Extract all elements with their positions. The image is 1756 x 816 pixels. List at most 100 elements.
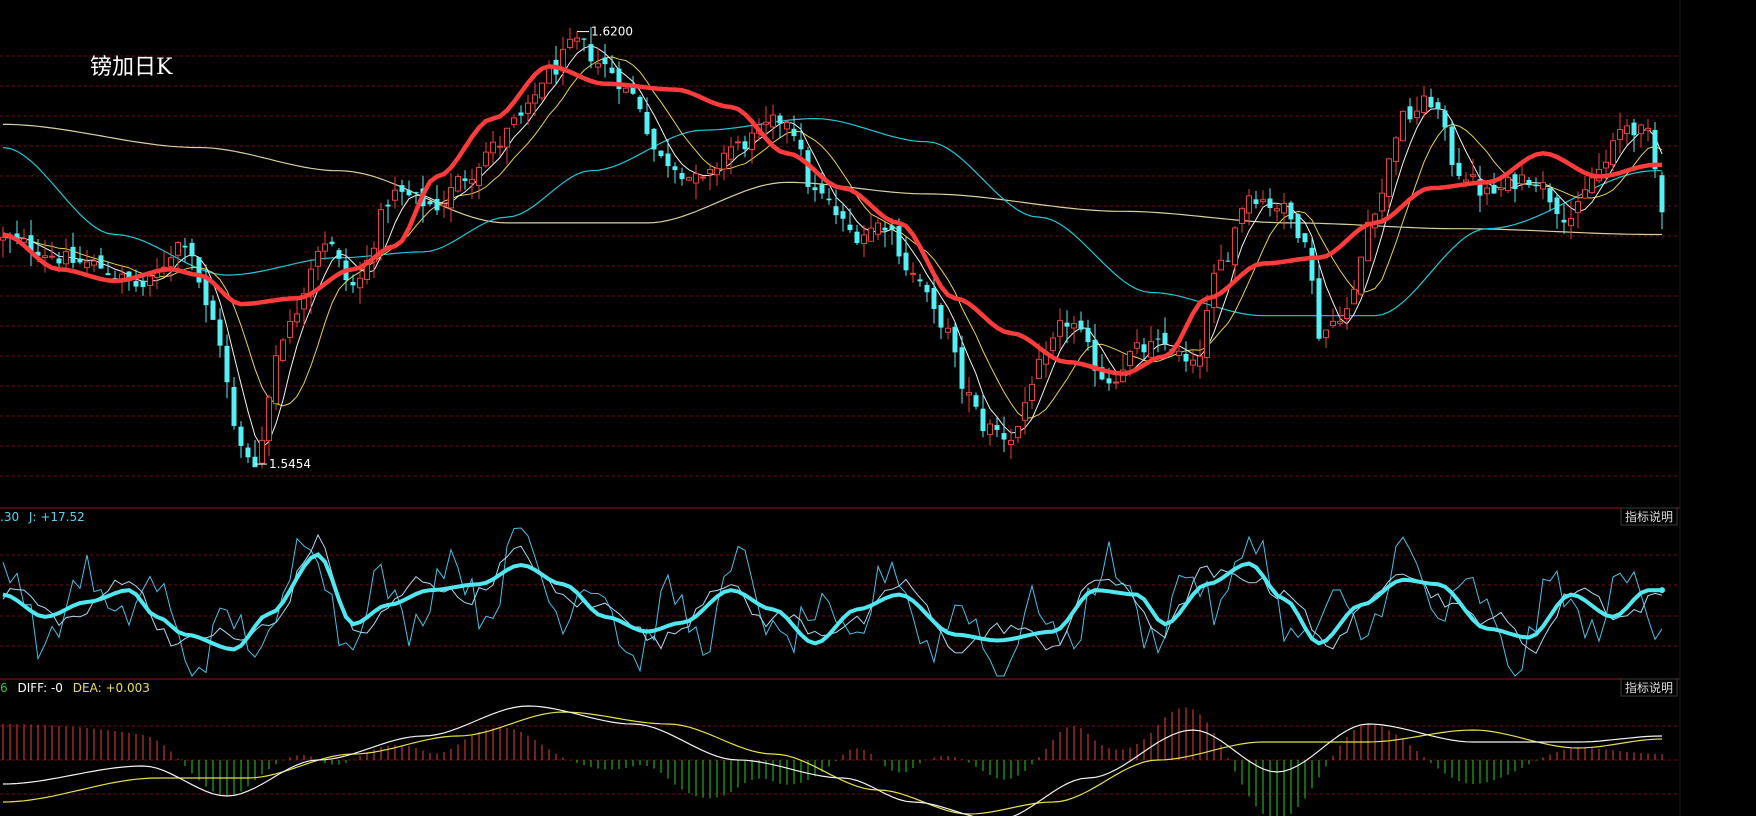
candle-down (1554, 197, 1560, 214)
candle-up (280, 339, 286, 361)
candle-down (427, 201, 433, 205)
candle-up (1400, 110, 1406, 142)
kdj-partial-value: .30 (0, 510, 19, 524)
ma-yellow-line (3, 56, 1663, 419)
candle-up (784, 121, 790, 130)
kdj-panel[interactable]: .30 J: +17.52 指标说明 (0, 507, 1678, 677)
candle-up (1036, 358, 1042, 379)
candle-down (840, 211, 846, 219)
candle-up (707, 169, 713, 174)
candle-up (42, 255, 48, 258)
candle-down (133, 280, 139, 287)
candle-up (1190, 359, 1196, 366)
candle-up (469, 179, 475, 184)
candle-down (1183, 354, 1189, 362)
candle-up (966, 392, 972, 396)
candle-up (147, 275, 153, 286)
candle-up (1470, 174, 1476, 177)
candle-down (1435, 102, 1441, 110)
candle-up (1337, 320, 1343, 324)
candle-up (476, 166, 482, 186)
candle-down (231, 386, 237, 426)
candle-down (882, 227, 888, 231)
candle-up (945, 327, 951, 333)
candle-down (413, 192, 419, 194)
candle-down (889, 225, 895, 230)
candle-down (847, 224, 853, 231)
candle-up (1260, 199, 1266, 203)
candle-up (1057, 320, 1063, 337)
candle-up (294, 313, 300, 323)
candle-down (238, 426, 244, 446)
macd-partial-value: 6 (0, 681, 8, 695)
ma-main-line (2, 64, 1662, 376)
candle-down (609, 67, 615, 73)
candle-down (77, 258, 83, 263)
candle-up (567, 38, 573, 49)
candle-down (245, 447, 251, 458)
candle-up (259, 439, 265, 464)
candle-down (1253, 199, 1259, 204)
candle-up (1246, 195, 1252, 214)
kdj-header: .30 J: +17.52 (0, 510, 85, 524)
candle-down (630, 87, 636, 94)
candle-up (861, 234, 867, 244)
macd-header: 6 DIFF: -0 DEA: +0.003 (0, 681, 150, 695)
candle-up (1358, 256, 1364, 295)
candle-down (1162, 332, 1168, 344)
macd-dea-value: DEA: +0.003 (73, 681, 150, 695)
candle-up (322, 243, 328, 252)
candle-up (273, 355, 279, 404)
candle-down (217, 319, 223, 346)
candle-down (1295, 214, 1301, 239)
price-marks (255, 31, 589, 465)
candle-down (658, 150, 664, 157)
candle-down (1288, 202, 1294, 220)
candle-down (1064, 322, 1070, 327)
macd-explain-button[interactable]: 指标说明 (1620, 678, 1678, 697)
candle-up (763, 121, 769, 125)
candle-up (1645, 127, 1651, 131)
candle-down (70, 246, 76, 263)
candle-down (980, 408, 986, 432)
candle-up (1610, 140, 1616, 166)
candle-up (700, 176, 706, 179)
ma-white-line (3, 45, 1663, 449)
candle-up (1281, 202, 1287, 214)
high-price-label: 1.6200 (591, 25, 633, 39)
candle-up (1589, 177, 1595, 194)
candle-up (1218, 259, 1224, 271)
candle-down (1659, 175, 1665, 213)
candle-up (1323, 329, 1329, 339)
candle-up (1582, 189, 1588, 199)
candle-up (574, 37, 580, 42)
candle-down (1512, 174, 1518, 190)
candle-up (868, 227, 874, 242)
candle-down (1526, 179, 1532, 185)
panel-dividers (0, 0, 1681, 816)
candle-down (1316, 278, 1322, 339)
macd-panel[interactable]: 6 DIFF: -0 DEA: +0.003 指标说明 (0, 678, 1678, 816)
candle-up (1071, 323, 1077, 329)
candle-up (749, 132, 755, 150)
price-panel[interactable]: 镑加日K 1.6200 1.5454 (0, 25, 1665, 471)
candles (0, 26, 1665, 469)
candle-down (1141, 344, 1147, 353)
candle-up (490, 141, 496, 154)
candle-up (1463, 179, 1469, 183)
ma-khaki-path (3, 123, 1662, 236)
candle-up (455, 175, 461, 192)
candle-down (819, 184, 825, 194)
candle-down (931, 288, 937, 309)
kdj-j-value: J: +17.52 (28, 510, 85, 524)
candle-up (693, 173, 699, 184)
candle-up (539, 82, 545, 99)
candle-down (252, 456, 258, 468)
candle-down (1225, 260, 1231, 262)
candle-down (903, 252, 909, 271)
forex-chart[interactable]: 镑加日K 1.6200 1.5454 .30 J: +17.52 指标说明 6 … (0, 0, 1756, 816)
kdj-explain-button[interactable]: 指标说明 (1620, 507, 1678, 526)
kdj-d-line (2, 533, 1663, 655)
dea-line (2, 711, 1663, 815)
candle-up (84, 261, 90, 269)
